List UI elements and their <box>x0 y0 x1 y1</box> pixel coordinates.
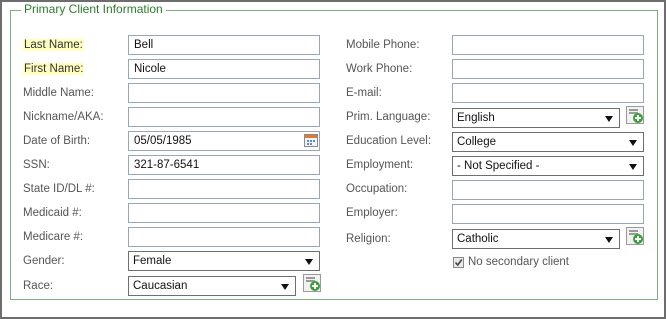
nickname-field[interactable] <box>128 107 320 127</box>
dob-field[interactable]: 05/05/1985 <box>128 131 320 151</box>
add-language-icon[interactable] <box>626 106 644 124</box>
religion-label: Religion: <box>346 233 391 245</box>
chevron-down-icon <box>305 259 313 265</box>
email-label: E-mail: <box>346 87 382 99</box>
employment-select[interactable]: - Not Specified - <box>452 156 644 176</box>
work-phone-label: Work Phone: <box>346 63 413 75</box>
chevron-down-icon <box>629 164 637 170</box>
religion-select[interactable]: Catholic <box>452 229 620 249</box>
ssn-label: SSN: <box>23 159 50 171</box>
gender-label: Gender: <box>23 255 65 267</box>
state-id-label: State ID/DL #: <box>23 183 95 195</box>
medicare-label: Medicare #: <box>23 231 84 243</box>
medicaid-field[interactable] <box>128 203 320 223</box>
chevron-down-icon <box>629 140 637 146</box>
gender-select[interactable]: Female <box>128 251 320 271</box>
education-select-value: College <box>457 136 496 148</box>
medicare-field[interactable] <box>128 227 320 247</box>
mobile-phone-label: Mobile Phone: <box>346 39 420 51</box>
middle-name-label: Middle Name: <box>23 87 94 99</box>
chevron-down-icon <box>605 237 613 243</box>
first-name-field[interactable]: Nicole <box>128 59 320 79</box>
work-phone-field[interactable] <box>452 59 644 79</box>
first-name-label: First Name: <box>23 63 85 75</box>
employer-label: Employer: <box>346 207 398 219</box>
occupation-label: Occupation: <box>346 183 408 195</box>
email-field[interactable] <box>452 83 644 103</box>
language-select[interactable]: English <box>452 108 620 128</box>
religion-select-value: Catholic <box>457 233 499 245</box>
employment-label: Employment: <box>346 159 414 171</box>
education-select[interactable]: College <box>452 132 644 152</box>
medicaid-label: Medicaid #: <box>23 207 82 219</box>
chevron-down-icon <box>281 284 289 290</box>
no-secondary-checkbox[interactable] <box>453 257 464 268</box>
section-title: Primary Client Information <box>21 2 166 16</box>
education-label: Education Level: <box>346 135 432 147</box>
employer-field[interactable] <box>452 204 644 224</box>
middle-name-field[interactable] <box>128 83 320 103</box>
no-secondary-label: No secondary client <box>468 256 569 268</box>
ssn-field[interactable]: 321-87-6541 <box>128 155 320 175</box>
calendar-icon[interactable] <box>304 134 318 147</box>
mobile-phone-field[interactable] <box>452 35 644 55</box>
occupation-field[interactable] <box>452 180 644 200</box>
last-name-field[interactable]: Bell <box>128 35 320 55</box>
dob-label: Date of Birth: <box>23 135 91 147</box>
race-select-value: Caucasian <box>133 280 188 292</box>
chevron-down-icon <box>605 116 613 122</box>
state-id-field[interactable] <box>128 179 320 199</box>
add-religion-icon[interactable] <box>626 227 644 245</box>
race-label: Race: <box>23 280 54 292</box>
last-name-label: Last Name: <box>23 39 84 51</box>
checkmark-icon <box>454 259 463 267</box>
language-select-value: English <box>457 112 495 124</box>
employment-select-value: - Not Specified - <box>457 160 540 172</box>
gender-select-value: Female <box>133 255 172 267</box>
add-race-icon[interactable] <box>303 274 321 292</box>
language-label: Prim. Language: <box>346 111 431 123</box>
nickname-label: Nickname/AKA: <box>23 111 104 123</box>
race-select[interactable]: Caucasian <box>128 276 296 296</box>
